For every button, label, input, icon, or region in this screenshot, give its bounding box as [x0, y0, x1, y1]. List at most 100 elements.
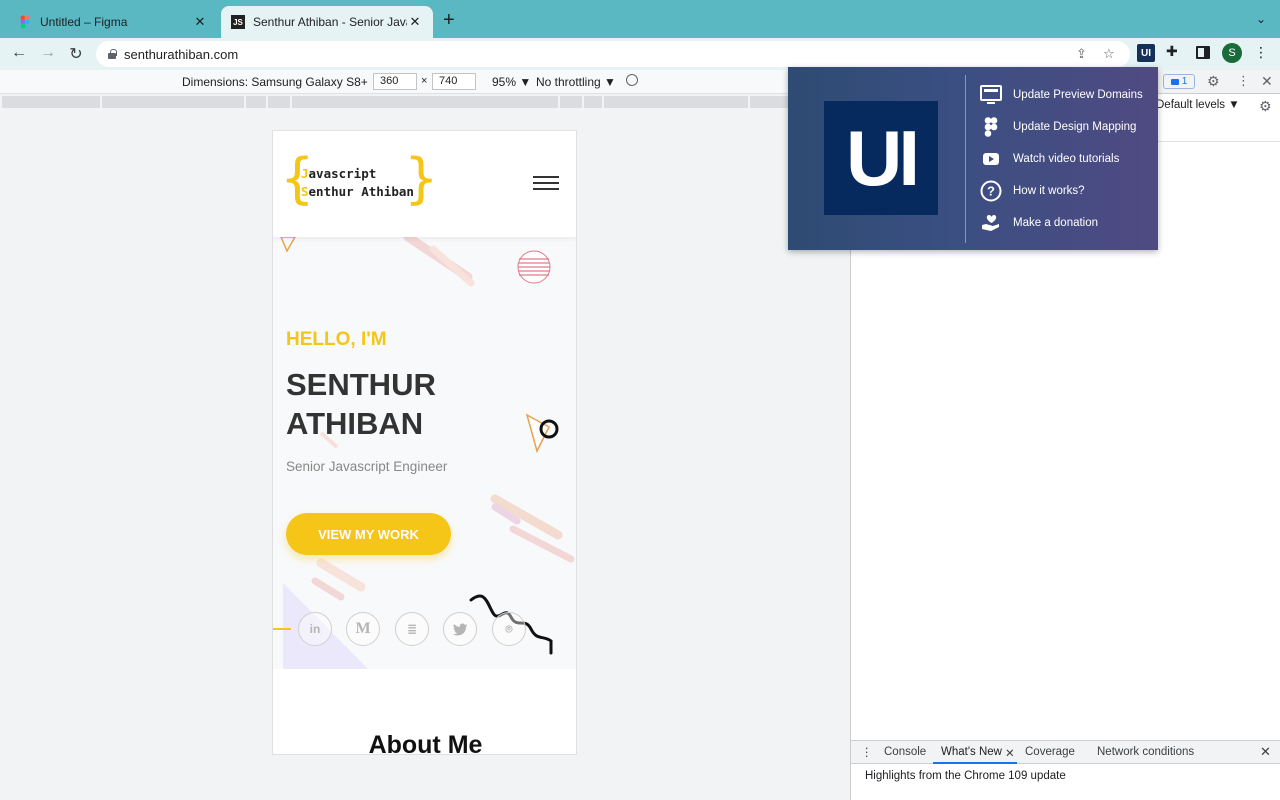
media-query-segment[interactable]: [604, 96, 748, 108]
popup-item-label: Watch video tutorials: [1013, 153, 1120, 165]
issues-badge[interactable]: 1: [1163, 74, 1195, 89]
about-heading: About Me: [368, 731, 483, 755]
settings-gear-icon[interactable]: ⚙: [1207, 73, 1220, 90]
twitter-bird-icon: [453, 623, 467, 636]
tab-title: Untitled – Figma: [40, 15, 128, 29]
page-viewport: Dimensions: Samsung Galaxy S8+ ▼ 360 × 7…: [0, 70, 850, 800]
tab-title: Senthur Athiban - Senior Javascript Engi…: [253, 15, 407, 29]
hamburger-menu-icon[interactable]: [533, 176, 559, 190]
drawer-close-icon[interactable]: ✕: [1260, 744, 1271, 760]
media-query-segment[interactable]: [268, 96, 290, 108]
logo-line2: enthur Athiban: [308, 184, 414, 199]
drawer-tab-close-icon[interactable]: ✕: [1005, 746, 1015, 760]
address-bar[interactable]: senthurathiban.com ⇪ ☆: [96, 41, 1130, 67]
dimension-multiply: ×: [421, 75, 428, 87]
zoom-select[interactable]: 95% ▼: [492, 75, 531, 89]
tab-search-button[interactable]: ⌄: [1256, 12, 1266, 26]
device-dimensions-select[interactable]: Dimensions: Samsung Galaxy S8+ ▼: [182, 75, 383, 89]
js-favicon-icon: JS: [231, 15, 245, 29]
share-icon[interactable]: ⇪: [1076, 46, 1087, 62]
popup-item-label: Update Design Mapping: [1013, 121, 1137, 133]
linkedin-icon[interactable]: in: [298, 612, 332, 646]
site-header: { Javascript Senthur Athiban }: [273, 131, 576, 237]
tab-senthur-athiban[interactable]: JS Senthur Athiban - Senior Javascript E…: [221, 6, 433, 38]
stackoverflow-icon[interactable]: ≣: [395, 612, 429, 646]
drawer-tabbar: ⋮ Console What's New ✕ Coverage Network …: [851, 740, 1280, 764]
media-query-segment[interactable]: [584, 96, 602, 108]
throttling-select[interactable]: No throttling ▼: [536, 75, 616, 89]
monitor-icon: [980, 84, 1002, 106]
view-my-work-button[interactable]: VIEW MY WORK: [286, 513, 451, 555]
new-tab-button[interactable]: +: [443, 10, 455, 30]
donation-icon: [980, 212, 1002, 234]
media-query-segment[interactable]: [750, 96, 790, 108]
logo-line1: avascript: [308, 166, 377, 181]
media-query-segment[interactable]: [102, 96, 244, 108]
media-query-segment[interactable]: [560, 96, 582, 108]
github-icon[interactable]: ⌾: [492, 612, 526, 646]
whats-new-message: Highlights from the Chrome 109 update: [865, 770, 1066, 782]
lock-icon: [108, 49, 117, 59]
url-text: senthurathiban.com: [124, 46, 239, 62]
ui-extension-icon[interactable]: UI: [1137, 44, 1155, 62]
drawer-tab-console[interactable]: Console: [884, 746, 926, 758]
hero-role: Senior Javascript Engineer: [286, 459, 448, 474]
bookmark-star-icon[interactable]: ☆: [1103, 46, 1115, 62]
extensions-puzzle-icon[interactable]: ✚: [1166, 43, 1178, 60]
logo-initial: S: [301, 184, 309, 199]
hero-section: HELLO, I'M SENTHUR ATHIBAN Senior Javasc…: [273, 237, 576, 669]
figma-icon: [20, 15, 30, 29]
device-width-input[interactable]: 360: [373, 73, 417, 90]
ui-extension-popup: UI Update Preview Domains Update Design …: [788, 67, 1158, 250]
tab-close-icon[interactable]: ✕: [407, 14, 423, 30]
medium-icon[interactable]: M: [346, 612, 380, 646]
logo-initial: J: [301, 166, 309, 181]
media-query-bar: [0, 95, 850, 109]
profile-avatar[interactable]: S: [1222, 43, 1242, 63]
message-icon: [1170, 78, 1179, 85]
hero-name: SENTHUR ATHIBAN: [286, 367, 436, 441]
update-design-mapping-item[interactable]: Update Design Mapping: [980, 116, 1136, 138]
back-arrow-icon[interactable]: ←: [9, 44, 29, 62]
hero-greeting: HELLO, I'M: [286, 329, 387, 350]
svg-text:?: ?: [987, 184, 995, 199]
update-preview-domains-item[interactable]: Update Preview Domains: [980, 84, 1143, 106]
watch-video-tutorials-item[interactable]: Watch video tutorials: [980, 148, 1119, 170]
make-a-donation-item[interactable]: Make a donation: [980, 212, 1098, 234]
browser-toolbar: ← → ↻ senthurathiban.com ⇪ ☆ UI ✚ S ⋮: [0, 38, 1280, 70]
site-logo[interactable]: { Javascript Senthur Athiban }: [281, 151, 438, 211]
reload-icon[interactable]: ↻: [66, 44, 86, 64]
log-levels-select[interactable]: Default levels ▼: [1156, 99, 1240, 111]
logo-brace-right: }: [405, 147, 438, 210]
popup-item-label: How it works?: [1013, 185, 1085, 197]
device-height-input[interactable]: 740: [432, 73, 476, 90]
popup-item-label: Update Preview Domains: [1013, 89, 1143, 101]
forward-arrow-icon[interactable]: →: [38, 44, 58, 62]
ui-logo: UI: [824, 101, 938, 215]
media-query-segment[interactable]: [292, 96, 558, 108]
figma-icon: [980, 116, 1002, 138]
active-tab-underline: [933, 762, 1017, 764]
browser-menu-icon[interactable]: ⋮: [1254, 44, 1268, 61]
tab-strip: Untitled – Figma ✕ JS Senthur Athiban - …: [0, 0, 1280, 38]
devtools-close-icon[interactable]: ✕: [1261, 73, 1273, 90]
media-query-segment[interactable]: [246, 96, 266, 108]
side-panel-icon[interactable]: [1196, 46, 1210, 59]
media-query-segment[interactable]: [2, 96, 100, 108]
popup-divider: [965, 75, 966, 243]
rotate-icon[interactable]: [626, 74, 638, 86]
popup-item-label: Make a donation: [1013, 217, 1099, 229]
devtools-menu-icon[interactable]: ⋮: [1237, 73, 1250, 89]
drawer-tab-network-conditions[interactable]: Network conditions: [1097, 746, 1194, 758]
console-settings-gear-icon[interactable]: ⚙: [1259, 98, 1272, 115]
youtube-icon: [980, 148, 1002, 170]
tab-figma[interactable]: Untitled – Figma ✕: [8, 6, 218, 38]
device-toolbar: Dimensions: Samsung Galaxy S8+ ▼ 360 × 7…: [0, 70, 850, 94]
drawer-menu-icon[interactable]: ⋮: [861, 745, 873, 759]
twitter-icon[interactable]: [443, 612, 477, 646]
how-it-works-item[interactable]: ? How it works?: [980, 180, 1085, 202]
mobile-page: { Javascript Senthur Athiban } HELLO, I'…: [272, 130, 577, 755]
drawer-tab-whats-new[interactable]: What's New: [941, 746, 1002, 758]
drawer-tab-coverage[interactable]: Coverage: [1025, 746, 1075, 758]
tab-close-icon[interactable]: ✕: [192, 14, 208, 30]
